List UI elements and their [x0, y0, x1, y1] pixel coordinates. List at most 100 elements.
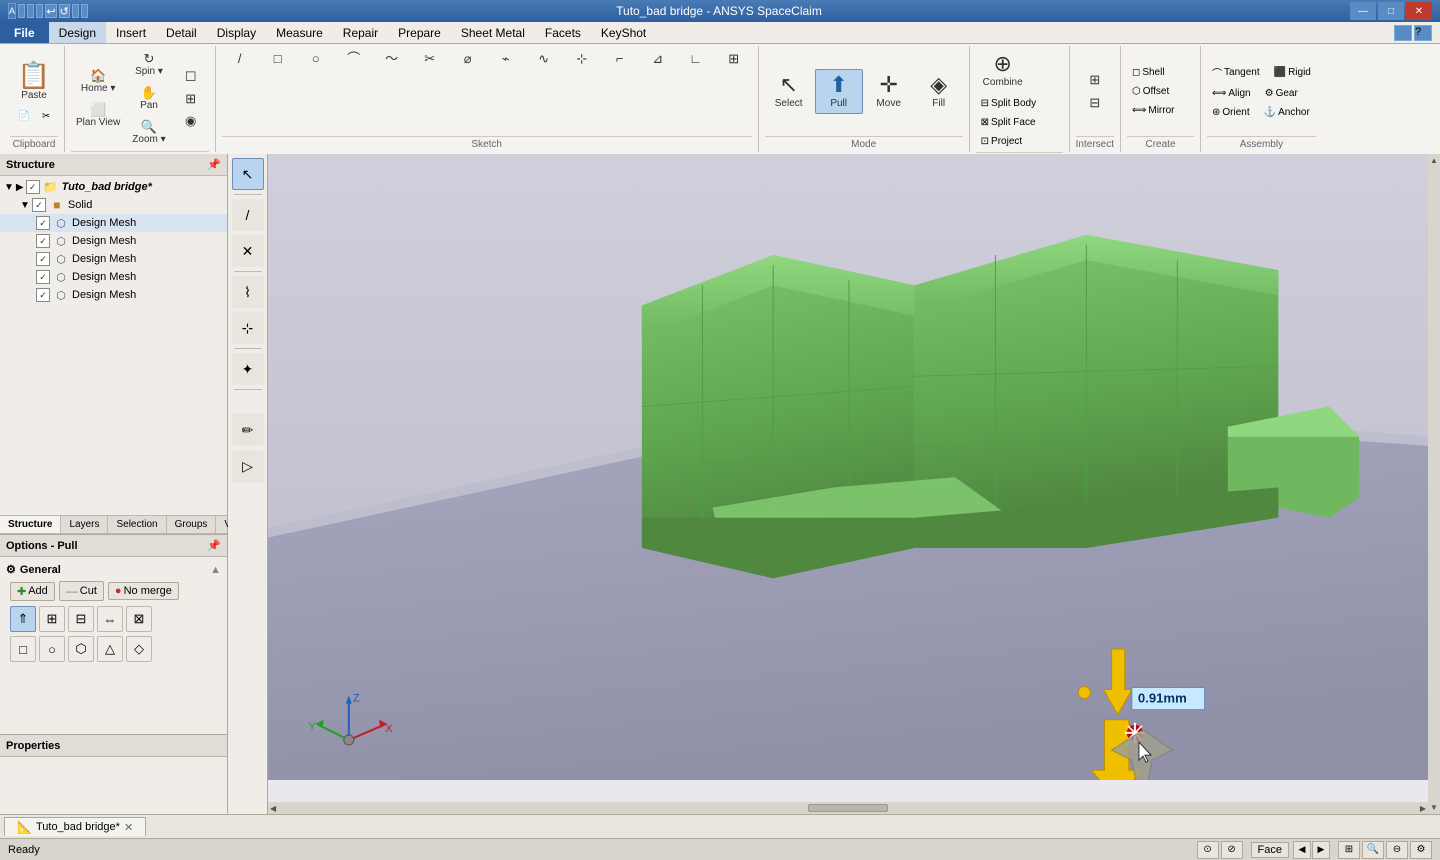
orient-view-button[interactable]: ☐: [173, 66, 209, 87]
sketch-tool5[interactable]: ⊹: [564, 48, 600, 69]
vtool-pencil[interactable]: ✏: [232, 414, 264, 446]
view2[interactable]: ⊞: [173, 88, 209, 109]
tree-checkbox-mesh5[interactable]: [36, 288, 50, 302]
face-selector[interactable]: Face: [1251, 842, 1289, 858]
vtool-line1[interactable]: /: [232, 199, 264, 231]
zoom-out-icon[interactable]: ⊖: [1386, 841, 1408, 859]
tree-checkbox-mesh4[interactable]: [36, 270, 50, 284]
sketch-trim[interactable]: ✂: [412, 48, 448, 69]
minimize-button[interactable]: —: [1350, 2, 1376, 20]
sketch-line[interactable]: /: [222, 48, 258, 69]
sketch-tool2[interactable]: ⌀: [450, 48, 486, 69]
menu-display[interactable]: Display: [207, 22, 266, 43]
tool-pull1[interactable]: ⇑: [10, 606, 36, 632]
add-button[interactable]: ✚ Add: [10, 582, 55, 601]
zoom-button[interactable]: 🔍 Zoom ▾: [127, 116, 170, 149]
scroll-left-icon[interactable]: ◀: [270, 804, 276, 813]
view3[interactable]: ◉: [173, 110, 209, 131]
tree-item-mesh5[interactable]: ⬡ Design Mesh: [0, 286, 227, 304]
sketch-spline[interactable]: 〜: [374, 48, 410, 69]
view-mode-btn1[interactable]: ⊙: [1197, 841, 1219, 859]
tangent-button[interactable]: ⌒ Tangent: [1207, 62, 1265, 83]
tool-pull3[interactable]: ⊟: [68, 606, 94, 632]
shell-button[interactable]: ◻ Shell: [1127, 64, 1170, 81]
tree-checkbox-mesh1[interactable]: [36, 216, 50, 230]
menu-keyshot[interactable]: KeyShot: [591, 22, 656, 43]
menu-detail[interactable]: Detail: [156, 22, 207, 43]
tab-layers[interactable]: Layers: [61, 516, 108, 533]
pin-icon[interactable]: 📌: [207, 158, 221, 171]
sketch-rect[interactable]: □: [260, 48, 296, 69]
nav-prev-icon[interactable]: ◀: [1293, 841, 1311, 859]
tab-groups[interactable]: Groups: [167, 516, 217, 533]
options-pin-icon[interactable]: 📌: [207, 539, 221, 552]
tool-pull2[interactable]: ⊞: [39, 606, 65, 632]
home-button[interactable]: 🏠 Home ▾: [71, 65, 125, 98]
menu-repair[interactable]: Repair: [333, 22, 388, 43]
general-section-header[interactable]: ⚙ General ▲: [6, 561, 221, 578]
view-mode-btn2[interactable]: ⊘: [1221, 841, 1243, 859]
offset-button[interactable]: ⬡ Offset: [1127, 83, 1174, 100]
zoom-fit-icon[interactable]: ⊞: [1338, 841, 1360, 859]
scroll-right-icon[interactable]: ▶: [1420, 804, 1426, 813]
tool-shape5[interactable]: ◇: [126, 636, 152, 662]
bottom-tab-close[interactable]: ✕: [124, 821, 133, 834]
gear-button[interactable]: ⚙ Gear: [1260, 85, 1303, 102]
select-button[interactable]: ↖ Select: [765, 69, 813, 114]
expand-icon[interactable]: ▼: [4, 182, 14, 193]
scroll-up-icon[interactable]: ▲: [1430, 156, 1438, 165]
sketch-tool6[interactable]: ⌐: [602, 48, 638, 69]
vtool-line2[interactable]: ⌇: [232, 276, 264, 308]
vtool-cursor[interactable]: ↖: [232, 158, 264, 190]
tree-checkbox-solid[interactable]: [32, 198, 46, 212]
bottom-tab-model[interactable]: 📐 Tuto_bad bridge* ✕: [4, 817, 146, 836]
pull-button[interactable]: ⬆ Pull: [815, 69, 863, 114]
menu-file[interactable]: File: [0, 22, 49, 43]
sketch-tool8[interactable]: ∟: [678, 48, 714, 69]
menu-sheetmetal[interactable]: Sheet Metal: [451, 22, 535, 43]
intersect2[interactable]: ⊟: [1077, 92, 1113, 113]
sketch-tool9[interactable]: ⊞: [716, 48, 752, 69]
nav-next-icon[interactable]: ▶: [1312, 841, 1330, 859]
tree-item-mesh3[interactable]: ⬡ Design Mesh: [0, 250, 227, 268]
tree-item-mesh2[interactable]: ⬡ Design Mesh: [0, 232, 227, 250]
paste-button[interactable]: 📋 Paste: [10, 57, 58, 106]
tree-item-solid[interactable]: ▼ ■ Solid: [0, 196, 227, 214]
cut-opt-button[interactable]: — Cut: [59, 581, 104, 601]
close-button[interactable]: ✕: [1406, 2, 1432, 20]
move-button[interactable]: ✛ Move: [865, 69, 913, 114]
tab-selection[interactable]: Selection: [108, 516, 166, 533]
h-scrollbar-thumb[interactable]: [808, 804, 888, 812]
sketch-circle[interactable]: ○: [298, 48, 334, 69]
tree-checkbox-mesh2[interactable]: [36, 234, 50, 248]
viewport-scrollbar-v[interactable]: ▲ ▼: [1428, 154, 1440, 814]
vtool-intersect1[interactable]: ✕: [232, 235, 264, 267]
viewport[interactable]: 0.91mm Z X Y: [268, 154, 1440, 814]
sketch-tool7[interactable]: ⊿: [640, 48, 676, 69]
intersect1[interactable]: ⊞: [1077, 69, 1113, 90]
collapse-icon[interactable]: ▲: [210, 564, 221, 576]
tool-shape1[interactable]: □: [10, 636, 36, 662]
menu-design[interactable]: Design: [49, 22, 106, 43]
menu-prepare[interactable]: Prepare: [388, 22, 451, 43]
tree-item-mesh4[interactable]: ⬡ Design Mesh: [0, 268, 227, 286]
combine-button[interactable]: ⊕ Combine: [976, 48, 1030, 93]
rigid-button[interactable]: ⬛ Rigid: [1269, 62, 1316, 83]
tool-shape4[interactable]: △: [97, 636, 123, 662]
solid-expand-icon[interactable]: ▼: [20, 200, 30, 211]
tree-item-root[interactable]: ▼ ▶ 📁 Tuto_bad bridge*: [0, 178, 227, 196]
planview-button[interactable]: ⬜ Plan View: [71, 99, 125, 132]
maximize-button[interactable]: □: [1378, 2, 1404, 20]
menu-facets[interactable]: Facets: [535, 22, 591, 43]
align-button[interactable]: ⟺ Align: [1207, 85, 1256, 102]
tool-pull4[interactable]: ⇔: [97, 606, 123, 632]
splitbody-button[interactable]: ⊟ Split Body: [976, 95, 1041, 112]
expand-icon2[interactable]: ▶: [16, 182, 24, 193]
spin-button[interactable]: ↻ Spin ▾: [127, 48, 170, 81]
tool-pull5[interactable]: ⊠: [126, 606, 152, 632]
pan-button[interactable]: ✋ Pan: [127, 82, 170, 115]
zoom-in-icon[interactable]: 🔍: [1362, 841, 1384, 859]
menu-insert[interactable]: Insert: [106, 22, 156, 43]
settings-icon[interactable]: ⚙: [1410, 841, 1432, 859]
orient-asm-button[interactable]: ⊛ Orient: [1207, 104, 1255, 121]
